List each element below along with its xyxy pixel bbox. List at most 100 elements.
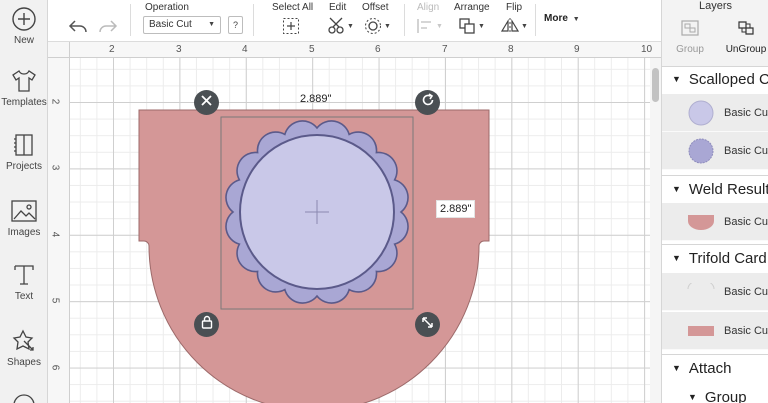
delete-handle[interactable] [194,90,219,115]
lock-icon [201,315,213,334]
ruler-top-number: 2 [109,44,115,55]
layers-list: ▼ Scalloped C Basic Cu Basic Cu ▼ Weld R… [662,66,768,403]
layer-row[interactable]: Basic Cu [662,203,768,241]
select-all-label: Select All [272,2,314,13]
flip-icon[interactable]: ▼ [501,16,528,36]
rotate-icon [421,93,435,112]
operation-label: Operation [145,2,189,13]
operation-select[interactable]: Basic Cut ▼ [143,16,221,34]
edit-scissors-icon[interactable]: ▼ [327,16,354,36]
layer-group-group[interactable]: ▼ Group [662,385,768,403]
layer-row[interactable]: Basic Cu [662,312,768,350]
layer-label: Basic Cu [724,144,768,157]
more-label: More [544,13,568,24]
ruler-top-number: 9 [574,44,580,55]
canvas-vertical-scrollbar[interactable] [650,58,661,403]
layer-thumbnail [686,138,716,164]
layer-thumbnail [686,100,716,126]
layer-label: Basic Cu [724,285,768,298]
layer-row[interactable]: Basic Cu [662,94,768,132]
layers-panel: Layers Group UnGroup ▼ Scalloped C Basic… [661,0,768,403]
align-icon[interactable]: ▼ [416,16,443,36]
chevron-down-icon: ▼ [208,21,215,28]
layer-divider [662,175,768,176]
ungroup-icon [737,21,755,40]
expand-triangle-icon: ▼ [672,363,681,373]
layer-group-name: Scalloped C [688,70,768,88]
select-all-icon[interactable] [282,16,300,36]
top-toolbar: Operation Basic Cut ▼ ? Select All Edit … [48,0,661,42]
ruler-top-number: 8 [508,44,514,55]
layer-group-name: Attach [688,359,732,377]
chevron-down-icon: ▼ [572,16,580,23]
close-icon [200,94,213,112]
ruler-left-number: 4 [49,231,61,238]
toolbar-divider [130,4,131,36]
toolbar-divider [535,4,536,36]
ruler-top-number: 6 [375,44,381,55]
sidebar-item-label: New [13,35,34,46]
layer-label: Basic Cu [724,324,768,337]
sidebar-item-shapes[interactable]: Shapes [0,328,48,368]
layer-group-name: Trifold Card [688,249,767,267]
ruler-left-number: 5 [49,297,61,304]
undo-icon[interactable] [68,16,88,36]
ruler-left: 2 3 4 5 6 [48,58,70,403]
sidebar-item-text[interactable]: Text [0,262,48,302]
tshirt-icon [0,68,48,94]
left-sidebar: New Templates Projects Images Text Shape… [0,0,48,403]
resize-arrows-icon [421,316,434,334]
canvas-scroll-thumb[interactable] [652,68,659,102]
sidebar-item-label: Shapes [7,357,41,368]
sidebar-item-label: Templates [1,97,47,108]
align-label: Align [417,2,440,13]
design-space-window: New Templates Projects Images Text Shape… [0,0,768,403]
layer-row[interactable]: Basic Cu [662,132,768,170]
image-icon [0,198,48,224]
toolbar-divider [253,4,254,36]
layer-label: Basic Cu [724,106,768,119]
layer-divider [662,244,768,245]
rotate-handle[interactable] [415,90,440,115]
more-button[interactable]: More ▼ [544,13,580,24]
operation-value: Basic Cut [149,19,192,30]
sidebar-item-images[interactable]: Images [0,198,48,238]
lock-handle[interactable] [194,312,219,337]
ruler-top-number: 3 [176,44,182,55]
offset-label: Offset [362,2,389,13]
edit-label: Edit [329,2,347,13]
offset-icon[interactable]: ▼ [364,16,391,36]
sidebar-item-templates[interactable]: Templates [0,68,48,108]
flip-label: Flip [506,2,523,13]
layer-row[interactable]: Basic Cu [662,273,768,311]
height-dimension-label: 2.889" [436,200,476,218]
resize-handle[interactable] [415,312,440,337]
sidebar-item-projects[interactable]: Projects [0,132,48,172]
sidebar-item-new[interactable]: New [0,6,48,46]
layer-group-attach[interactable]: ▼ Attach [662,356,768,380]
expand-triangle-icon: ▼ [672,184,681,194]
redo-icon[interactable] [98,16,118,36]
arrange-icon[interactable]: ▼ [458,16,485,36]
sidebar-item-label: Projects [5,161,43,172]
layer-group-scalloped[interactable]: ▼ Scalloped C [662,67,768,91]
layer-label: Basic Cu [724,215,768,228]
group-button[interactable]: Group [672,20,708,55]
expand-triangle-icon: ▼ [688,392,697,402]
sidebar-item-upload[interactable] [0,392,48,403]
sidebar-item-label: Text [14,291,34,302]
ungroup-label: UnGroup [725,44,767,55]
ruler-top-number: 10 [641,44,653,55]
layer-group-trifold-card[interactable]: ▼ Trifold Card [662,246,768,270]
layer-group-weld-result[interactable]: ▼ Weld Result [662,177,768,201]
design-canvas[interactable]: 2.889" 2.889" [70,58,650,403]
width-dimension-label: 2.889" [300,93,332,105]
text-icon [0,262,48,288]
arrange-label: Arrange [454,2,490,13]
operation-help-button[interactable]: ? [228,16,243,34]
ruler-top-number: 5 [309,44,315,55]
sidebar-item-label: Images [7,227,41,238]
layer-thumbnail [686,318,716,344]
group-icon [681,20,699,40]
ungroup-button[interactable]: UnGroup [724,20,768,55]
